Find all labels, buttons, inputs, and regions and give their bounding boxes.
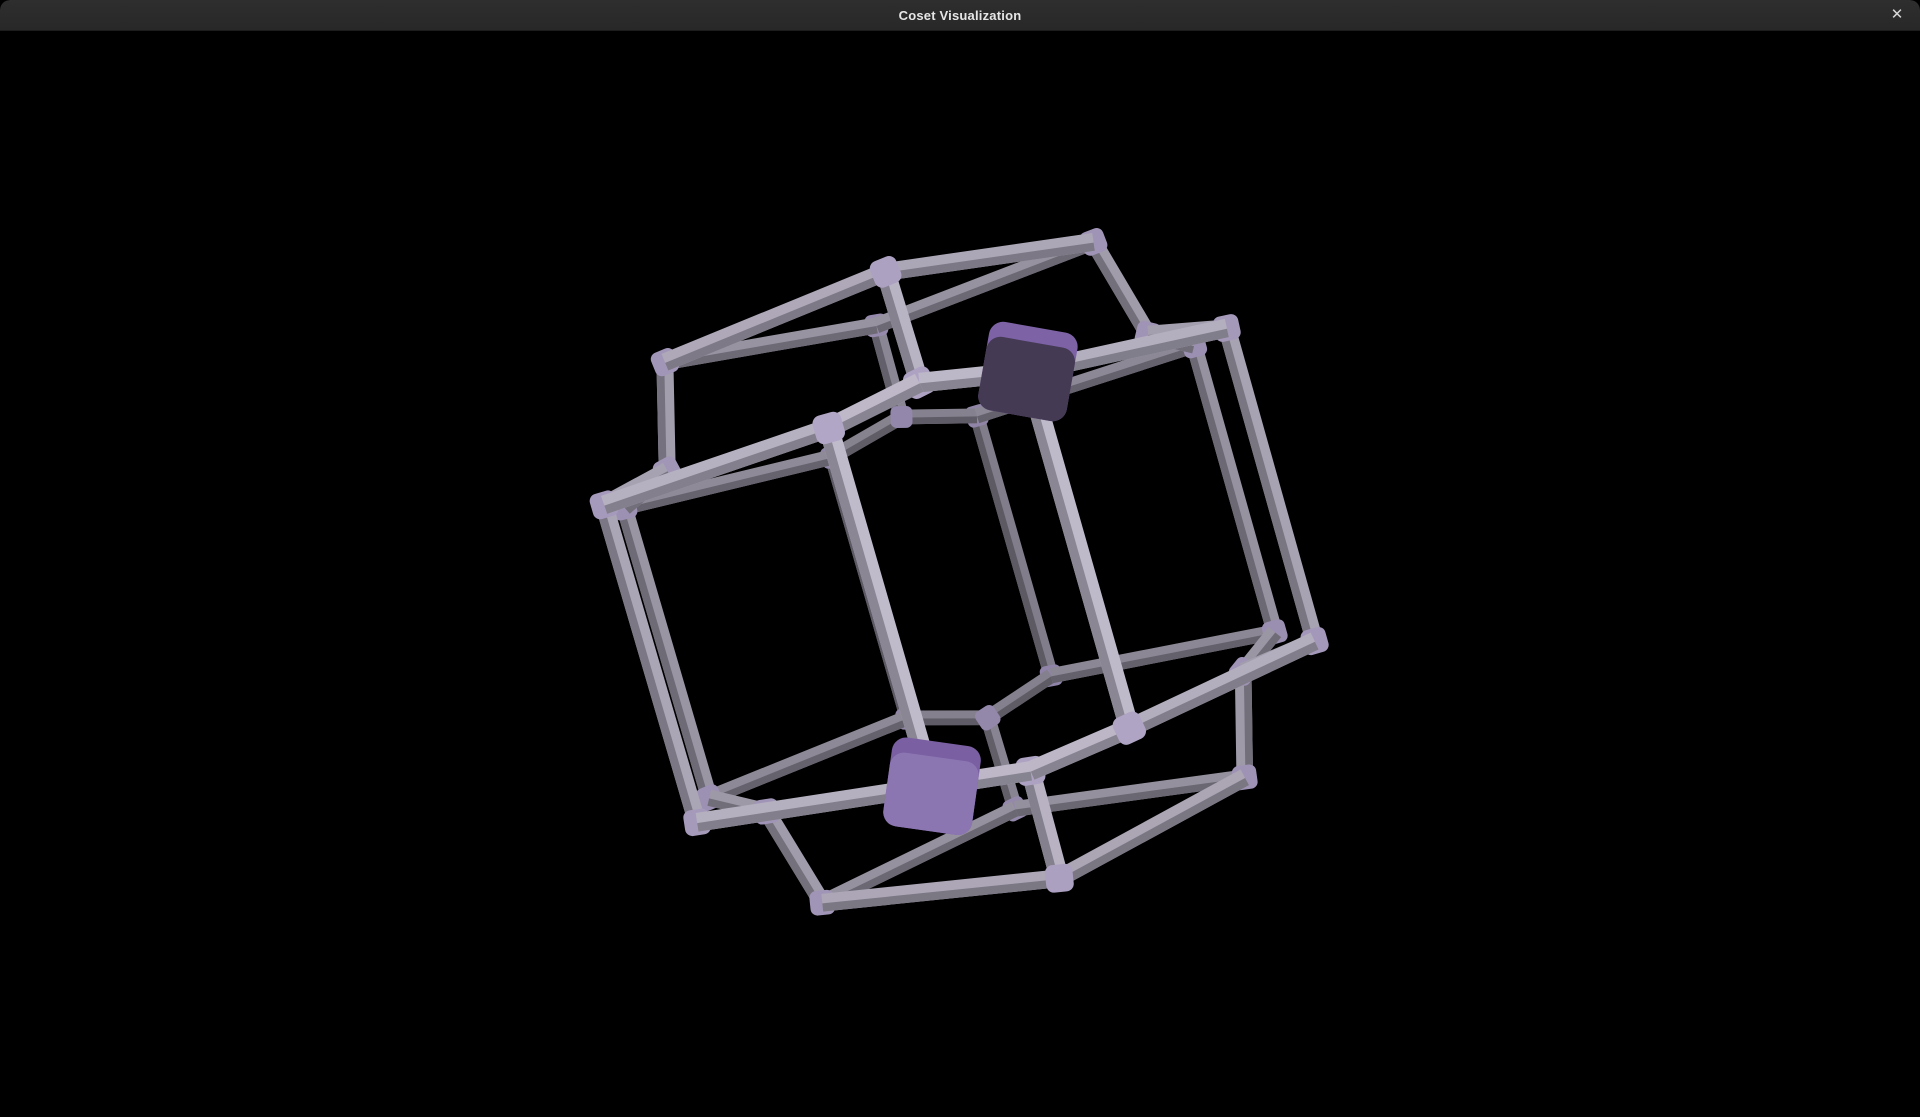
app-window: Coset Visualization ✕: [0, 0, 1920, 1117]
highlighted-coset-node-upper[interactable]: [976, 320, 1080, 424]
highlighted-coset-node-lower[interactable]: [881, 736, 982, 837]
close-icon[interactable]: ✕: [1884, 2, 1910, 28]
edge-beam: [660, 362, 667, 471]
vertex-connector: [890, 406, 912, 428]
vertex-connector: [1044, 863, 1074, 893]
coset-graph-canvas[interactable]: [0, 0, 1920, 1117]
viewport-background: [0, 0, 1920, 1117]
render-viewport: [0, 0, 1920, 1117]
edge-beam: [1243, 671, 1249, 777]
titlebar: Coset Visualization ✕: [0, 0, 1920, 31]
window-title: Coset Visualization: [899, 8, 1022, 23]
edge-beam: [901, 416, 977, 421]
